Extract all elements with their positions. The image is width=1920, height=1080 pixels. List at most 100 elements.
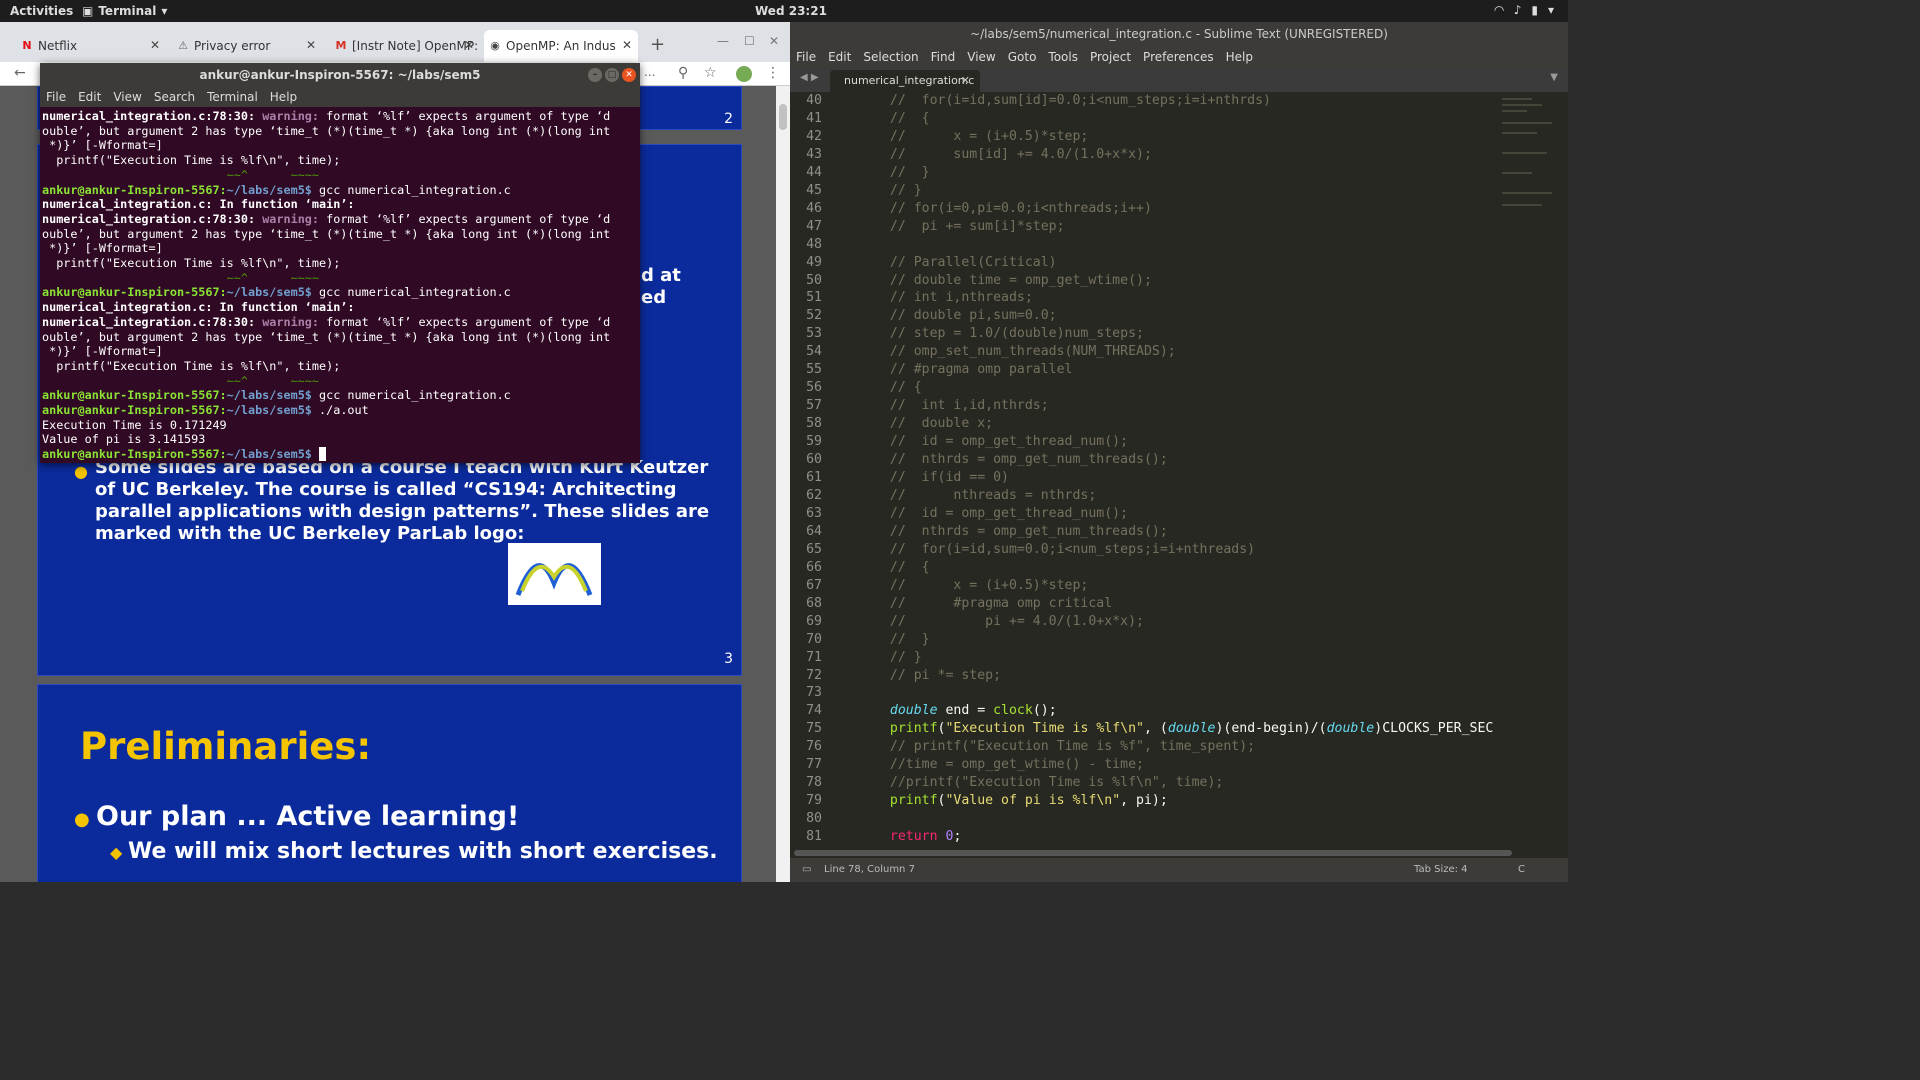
avatar[interactable] (736, 66, 752, 82)
menu-view[interactable]: View (967, 50, 995, 64)
menu-project[interactable]: Project (1090, 50, 1131, 64)
menu-edit[interactable]: Edit (78, 90, 101, 104)
code-line[interactable]: // #pragma omp critical (874, 595, 1494, 613)
tab-openmp[interactable]: ◉ OpenMP: An Indus ✕ (484, 30, 638, 62)
nav-arrows-icon[interactable]: ◀ ▶ (800, 72, 819, 83)
tab-netflix[interactable]: N Netflix ✕ (16, 30, 166, 62)
close-window-button[interactable]: ✕ (769, 34, 779, 48)
menu-preferences[interactable]: Preferences (1143, 50, 1214, 64)
code-line[interactable]: double end = clock(); (874, 702, 1494, 720)
maximize-icon[interactable]: □ (605, 68, 619, 82)
code-line[interactable]: // int i,id,nthrds; (874, 397, 1494, 415)
code-line[interactable]: //time = omp_get_wtime() - time; (874, 756, 1494, 774)
code-line[interactable] (874, 236, 1494, 254)
code-line[interactable]: // pi += 4.0/(1.0+x*x); (874, 613, 1494, 631)
code-line[interactable]: // } (874, 631, 1494, 649)
terminal-output[interactable]: numerical_integration.c:78:30: warning: … (40, 107, 640, 464)
menu-search[interactable]: Search (154, 90, 195, 104)
menu-icon[interactable]: ⋮ (766, 65, 780, 81)
code-line[interactable] (874, 684, 1494, 702)
code-line[interactable]: // } (874, 649, 1494, 667)
menu-file[interactable]: File (46, 90, 66, 104)
code-line[interactable]: printf("Execution Time is %lf\n", (doubl… (874, 720, 1494, 738)
code-line[interactable]: // step = 1.0/(double)num_steps; (874, 325, 1494, 343)
code-line[interactable]: return 0; (874, 828, 1494, 846)
code-line[interactable]: // omp_set_num_threads(NUM_THREADS); (874, 343, 1494, 361)
close-icon[interactable]: ✕ (622, 68, 636, 82)
back-icon[interactable]: ← (14, 65, 26, 81)
tab-privacy-error[interactable]: ⚠ Privacy error ✕ (172, 30, 322, 62)
tab-list-icon[interactable]: ▼ (1550, 72, 1558, 83)
code-line[interactable]: // id = omp_get_thread_num(); (874, 505, 1494, 523)
code-line[interactable]: // nthrds = omp_get_num_threads(); (874, 523, 1494, 541)
code-line[interactable]: // double time = omp_get_wtime(); (874, 272, 1494, 290)
code-line[interactable]: // for(i=id,sum[id]=0.0;i<num_steps;i=i+… (874, 92, 1494, 110)
code-line[interactable]: // double x; (874, 415, 1494, 433)
menu-help[interactable]: Help (1226, 50, 1253, 64)
code-line[interactable]: // nthreads = nthrds; (874, 487, 1494, 505)
zoom-icon[interactable]: ⚲ (678, 65, 688, 81)
horizontal-scrollbar[interactable] (794, 850, 1512, 856)
minimize-icon[interactable]: – (588, 68, 602, 82)
sublime-window[interactable]: ~/labs/sem5/numerical_integration.c - Su… (790, 22, 1568, 882)
code-line[interactable]: // for(i=id,sum=0.0;i<num_steps;i=i+nthr… (874, 541, 1494, 559)
code-line[interactable]: //printf("Execution Time is %lf\n", time… (874, 774, 1494, 792)
close-icon[interactable]: ✕ (306, 38, 316, 52)
clock[interactable]: Wed 23:21 (755, 4, 827, 18)
close-icon[interactable]: ✕ (622, 38, 632, 52)
code-line[interactable]: // printf("Execution Time is %f", time_s… (874, 738, 1494, 756)
syntax-label[interactable]: C (1518, 864, 1525, 875)
code-line[interactable]: // } (874, 164, 1494, 182)
code-line[interactable]: // sum[id] += 4.0/(1.0+x*x); (874, 146, 1494, 164)
menu-file[interactable]: File (796, 50, 816, 64)
code-line[interactable]: // double pi,sum=0.0; (874, 307, 1494, 325)
tab-instr-note[interactable]: M [Instr Note] OpenMP: ✕ (330, 30, 480, 62)
minimize-button[interactable]: — (717, 34, 729, 48)
scrollbar-thumb[interactable] (779, 104, 787, 130)
close-icon[interactable]: ✕ (961, 70, 970, 92)
code-line[interactable]: // { (874, 379, 1494, 397)
panel-toggle-icon[interactable]: ▭ (802, 864, 811, 875)
code-line[interactable]: // { (874, 559, 1494, 577)
file-tab[interactable]: numerical_integration.c ✕ (830, 70, 980, 92)
terminal-window[interactable]: ankur@ankur-Inspiron-5567: ~/labs/sem5 –… (40, 63, 640, 463)
tab-size[interactable]: Tab Size: 4 (1414, 864, 1468, 875)
menu-edit[interactable]: Edit (828, 50, 851, 64)
menu-goto[interactable]: Goto (1008, 50, 1037, 64)
code-line[interactable]: printf("Value of pi is %lf\n", pi); (874, 792, 1494, 810)
code-line[interactable]: // { (874, 110, 1494, 128)
terminal-titlebar[interactable]: ankur@ankur-Inspiron-5567: ~/labs/sem5 –… (40, 63, 640, 87)
maximize-button[interactable]: ☐ (744, 34, 755, 48)
code-editor[interactable]: // for(i=id,sum[id]=0.0;i<num_steps;i=i+… (874, 92, 1494, 858)
code-line[interactable]: // Parallel(Critical) (874, 254, 1494, 272)
code-line[interactable]: // nthrds = omp_get_num_threads(); (874, 451, 1494, 469)
close-icon[interactable]: ✕ (150, 38, 160, 52)
scrollbar[interactable] (776, 86, 790, 882)
code-line[interactable]: // x = (i+0.5)*step; (874, 577, 1494, 595)
menu-tools[interactable]: Tools (1048, 50, 1078, 64)
app-menu[interactable]: ▣ Terminal ▾ (82, 4, 167, 18)
url-tail[interactable]: ... (644, 65, 655, 79)
code-line[interactable]: // #pragma omp parallel (874, 361, 1494, 379)
code-line[interactable]: // pi += sum[i]*step; (874, 218, 1494, 236)
star-icon[interactable]: ☆ (704, 65, 717, 81)
minimap[interactable] (1498, 92, 1558, 222)
menu-help[interactable]: Help (270, 90, 297, 104)
close-icon[interactable]: ✕ (464, 38, 474, 52)
code-line[interactable]: // } (874, 182, 1494, 200)
code-line[interactable]: // for(i=0,pi=0.0;i<nthreads;i++) (874, 200, 1494, 218)
menu-terminal[interactable]: Terminal (207, 90, 258, 104)
activities-button[interactable]: Activities (10, 4, 73, 18)
sublime-titlebar[interactable]: ~/labs/sem5/numerical_integration.c - Su… (790, 22, 1568, 46)
menu-find[interactable]: Find (931, 50, 956, 64)
code-line[interactable]: // id = omp_get_thread_num(); (874, 433, 1494, 451)
menu-view[interactable]: View (113, 90, 141, 104)
menu-selection[interactable]: Selection (863, 50, 918, 64)
code-line[interactable] (874, 810, 1494, 828)
code-line[interactable]: // if(id == 0) (874, 469, 1494, 487)
new-tab-button[interactable]: + (650, 34, 665, 55)
system-tray[interactable]: ◠ ♪ ▮ ▾ (1494, 3, 1554, 17)
code-line[interactable]: // pi *= step; (874, 667, 1494, 685)
code-line[interactable]: // x = (i+0.5)*step; (874, 128, 1494, 146)
code-line[interactable]: // int i,nthreads; (874, 289, 1494, 307)
